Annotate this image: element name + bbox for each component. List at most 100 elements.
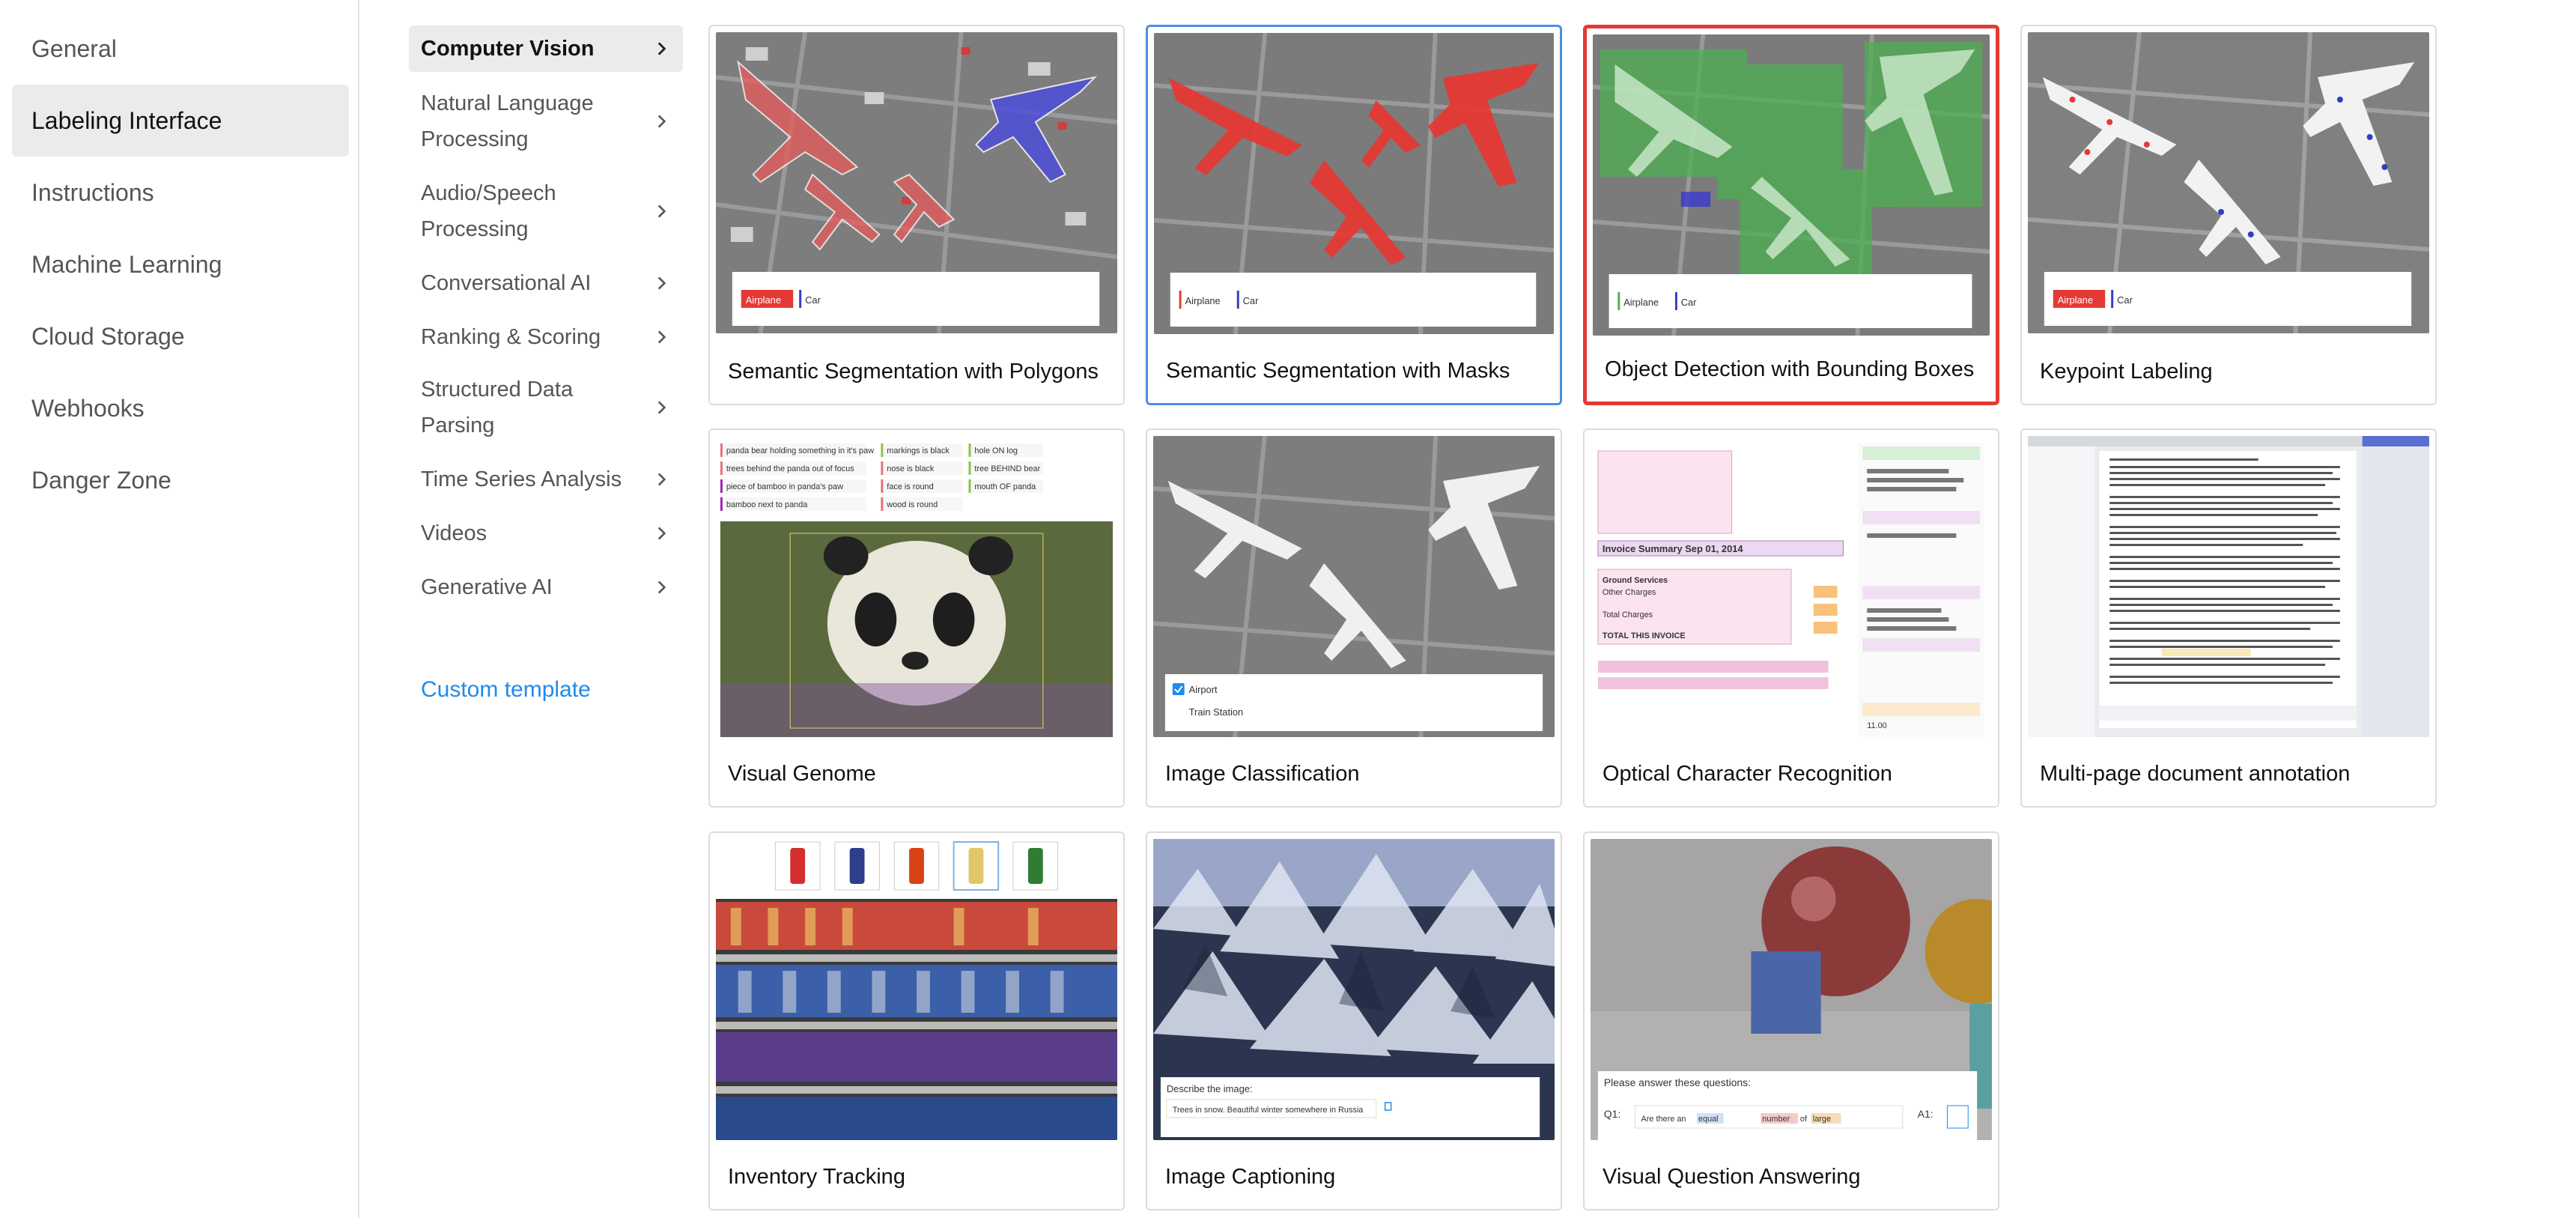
region-label: trees behind the panda out of focus [726,464,854,473]
template-thumbnail [2028,436,2429,737]
template-card-semantic-segmentation-masks[interactable]: Airplane Car Semantic Segmentation with … [1146,25,1562,405]
template-card-multipage-document[interactable]: Multi-page document annotation [2020,428,2437,808]
category-structured-data-parsing[interactable]: Structured Data Parsing [409,372,683,443]
custom-template-link[interactable]: Custom template [421,677,591,703]
label-car: Car [1681,297,1697,308]
settings-nav: General Labeling Interface Instructions … [0,0,359,1218]
ocr-total-invoice: TOTAL THIS INVOICE [1603,631,1686,640]
nav-item-label: Danger Zone [31,466,171,494]
template-card-title: Visual Genome [728,762,876,786]
category-ranking-scoring[interactable]: Ranking & Scoring [409,316,683,358]
category-label: Ranking & Scoring [421,325,601,349]
caption-prompt: Describe the image: [1167,1083,1253,1094]
category-label: Natural Language Processing [421,91,594,151]
chevron-right-icon [651,398,671,417]
chevron-right-icon [651,112,671,131]
choice-airport: Airport [1189,684,1218,695]
nav-item-machine-learning[interactable]: Machine Learning [12,228,349,300]
nav-item-label: Webhooks [31,394,145,422]
category-time-series-analysis[interactable]: Time Series Analysis [409,458,683,500]
region-label: panda bear holding something in it's paw [726,446,874,455]
chevron-right-icon [651,202,671,221]
vqa-a1-label: A1: [1918,1108,1933,1120]
template-card-title: Inventory Tracking [728,1165,905,1189]
category-computer-vision[interactable]: Computer Vision [409,25,683,72]
label-airplane: Airplane [1185,295,1221,306]
vqa-question-e: large [1813,1115,1831,1124]
template-card-visual-question-answering[interactable]: Please answer these questions: Q1: Are t… [1583,831,1999,1211]
relation-label: tree BEHIND bear [974,464,1040,473]
template-thumbnail: Airport Train Station [1153,436,1555,737]
template-card-visual-genome[interactable]: panda bear holding something in it's paw… [708,428,1125,808]
category-conversational-ai[interactable]: Conversational AI [409,262,683,304]
template-card-keypoint-labeling[interactable]: Airplane Car Keypoint Labeling [2020,25,2437,405]
template-card-title: Semantic Segmentation with Masks [1166,359,1510,383]
nav-item-label: Instructions [31,178,154,206]
attribute-label: markings is black [887,446,950,455]
template-thumbnail [716,839,1117,1140]
caption-text: Trees in snow. Beautiful winter somewher… [1173,1106,1364,1115]
category-label: Computer Vision [421,37,595,61]
nav-item-danger-zone[interactable]: Danger Zone [12,444,349,516]
nav-item-labeling-interface[interactable]: Labeling Interface [12,85,349,157]
ocr-other-charges: Other Charges [1603,588,1656,597]
category-audio-speech-processing[interactable]: Audio/Speech Processing [409,175,683,247]
template-thumbnail: Airplane Car [1593,34,1990,336]
label-car: Car [2117,294,2133,306]
vqa-question-b: equal [1698,1115,1719,1124]
region-label: bamboo next to panda [726,500,808,509]
category-videos[interactable]: Videos [409,512,683,554]
template-thumbnail: Describe the image: Trees in snow. Beaut… [1153,839,1555,1140]
template-thumbnail: Airplane Car [1154,33,1554,334]
label-airplane: Airplane [1623,297,1659,308]
nav-item-general[interactable]: General [12,13,349,85]
nav-item-label: Labeling Interface [31,106,222,134]
chevron-right-icon [651,327,671,347]
template-card-optical-character-recognition[interactable]: Invoice Summary Sep 01, 2014 Ground Serv… [1583,428,1999,808]
category-label: Time Series Analysis [421,467,622,491]
nav-item-webhooks[interactable]: Webhooks [12,372,349,444]
chevron-right-icon [651,273,671,293]
chevron-right-icon [651,470,671,489]
template-thumbnail: Airplane Car [716,32,1117,333]
template-card-title: Multi-page document annotation [2040,762,2351,786]
category-label: Structured Data Parsing [421,378,574,437]
template-thumbnail: Invoice Summary Sep 01, 2014 Ground Serv… [1591,436,1992,737]
chevron-right-icon [651,524,671,543]
label-car: Car [805,294,821,306]
category-natural-language-processing[interactable]: Natural Language Processing [409,85,683,157]
nav-item-label: Machine Learning [31,250,222,278]
chevron-right-icon [651,578,671,597]
attribute-label: nose is black [887,464,935,473]
template-card-title: Semantic Segmentation with Polygons [728,360,1099,384]
category-label: Conversational AI [421,271,592,295]
template-card-title: Object Detection with Bounding Boxes [1605,357,1975,381]
nav-item-cloud-storage[interactable]: Cloud Storage [12,300,349,372]
nav-item-label: General [31,34,117,62]
template-thumbnail: panda bear holding something in it's paw… [716,436,1117,737]
category-label: Videos [421,521,487,545]
template-card-image-classification[interactable]: Airport Train Station Image Classificati… [1146,428,1562,808]
attribute-label: wood is round [886,500,938,509]
template-card-inventory-tracking[interactable]: Inventory Tracking [708,831,1125,1211]
template-card-object-detection-bounding-boxes[interactable]: Airplane Car Object Detection with Bound… [1583,25,1999,405]
label-car: Car [1243,295,1259,306]
template-card-title: Visual Question Answering [1603,1165,1861,1189]
vqa-prompt: Please answer these questions: [1604,1076,1751,1088]
vqa-question-c: number [1762,1115,1790,1124]
category-generative-ai[interactable]: Generative AI [409,566,683,608]
template-card-title: Image Captioning [1165,1165,1336,1189]
nav-item-instructions[interactable]: Instructions [12,157,349,228]
template-thumbnail: Airplane Car [2028,32,2429,333]
ocr-ground-services: Ground Services [1603,576,1668,585]
label-airplane: Airplane [746,294,781,306]
template-card-semantic-segmentation-polygons[interactable]: Airplane Car Semantic Segmentation with … [708,25,1125,405]
template-card-title: Image Classification [1165,762,1360,786]
template-card-title: Optical Character Recognition [1603,762,1892,786]
region-label: piece of bamboo in panda's paw [726,482,843,491]
attribute-label: face is round [887,482,933,491]
vqa-question-d: of [1800,1115,1808,1124]
relation-label: mouth OF panda [974,482,1036,491]
chevron-right-icon [651,39,671,58]
template-card-image-captioning[interactable]: Describe the image: Trees in snow. Beaut… [1146,831,1562,1211]
